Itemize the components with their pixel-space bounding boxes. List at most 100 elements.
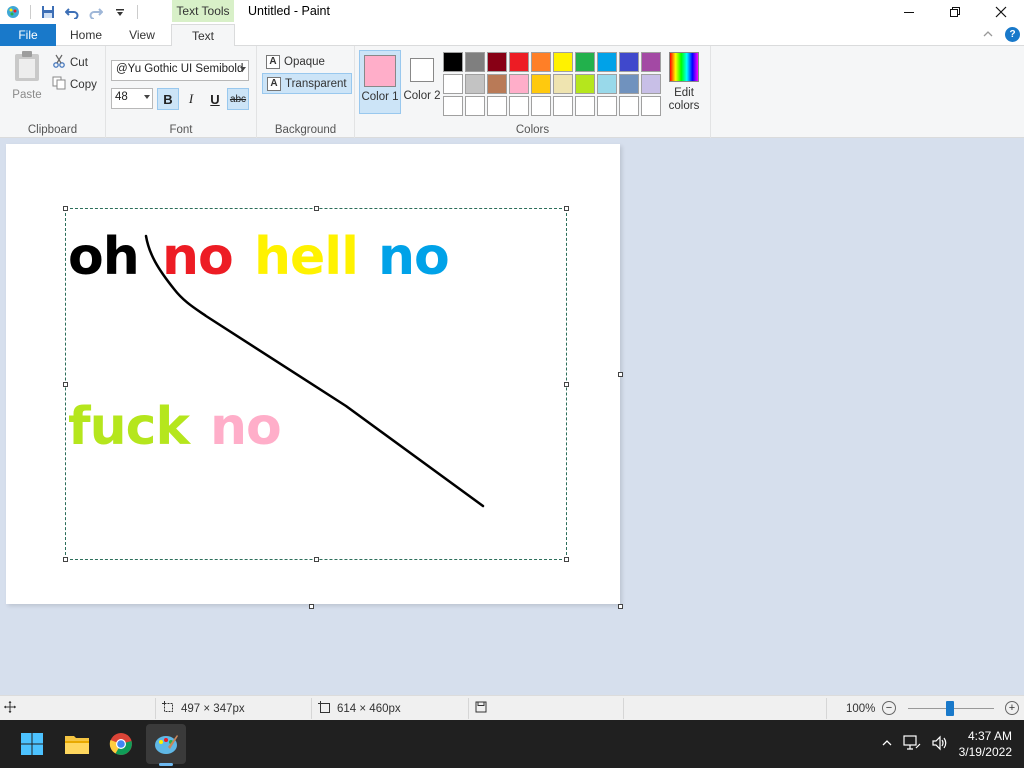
customize-qat-icon[interactable] [109,1,131,23]
palette-swatch[interactable] [619,96,639,116]
color2-button[interactable]: Color 2 [401,50,443,114]
text-box-selection[interactable]: oh no hell no fuck no [63,206,569,562]
resize-handle[interactable] [564,206,569,211]
resize-handle[interactable] [314,206,319,211]
resize-handle[interactable] [63,206,68,211]
edit-colors-button[interactable]: Edit colors [664,52,704,116]
clock[interactable]: 4:37 AM 3/19/2022 [959,728,1012,760]
palette-swatch[interactable] [509,96,529,116]
canvas-size-value: 614 × 460px [337,702,401,715]
active-app-indicator [159,763,173,766]
chevron-up-icon[interactable] [881,737,893,752]
canvas-resize-handle[interactable] [618,372,623,377]
transparent-option[interactable]: A Transparent [262,73,352,94]
palette-swatch[interactable] [619,52,639,72]
paint-app-icon[interactable] [2,1,24,23]
font-size-select[interactable]: 48 [111,88,153,109]
palette-swatch[interactable] [465,74,485,94]
paste-label: Paste [12,89,42,101]
paint-icon[interactable] [150,728,182,760]
canvas-resize-handle[interactable] [309,604,314,609]
palette-swatch[interactable] [509,52,529,72]
copy-label: Copy [70,78,97,91]
cut-button[interactable]: Cut [52,54,88,71]
transparent-label: Transparent [285,77,347,90]
palette-swatch[interactable] [641,96,661,116]
save-icon[interactable] [37,1,59,23]
palette-swatch[interactable] [487,96,507,116]
tab-home[interactable]: Home [60,24,112,46]
italic-button[interactable]: I [180,88,202,110]
palette-swatch[interactable] [553,52,573,72]
palette-swatch[interactable] [509,74,529,94]
palette-swatch[interactable] [531,52,551,72]
minimize-button[interactable] [886,0,932,24]
resize-handle[interactable] [314,557,319,562]
zoom-out-button[interactable]: − [882,701,896,715]
start-icon[interactable] [16,728,48,760]
help-icon[interactable]: ? [1005,27,1020,42]
palette-swatch[interactable] [641,74,661,94]
resize-handle[interactable] [564,557,569,562]
palette-swatch[interactable] [531,74,551,94]
zoom-in-button[interactable]: + [1005,701,1019,715]
cursor-position [4,696,16,721]
resize-handle[interactable] [63,382,68,387]
palette-swatch[interactable] [597,52,617,72]
canvas-word: no [378,227,450,287]
volume-icon[interactable] [931,735,949,754]
color2-swatch [410,58,434,82]
tab-file[interactable]: File [0,24,56,46]
palette-swatch[interactable] [575,52,595,72]
palette-swatch[interactable] [641,52,661,72]
canvas-word: fuck [68,397,190,457]
palette-swatch[interactable] [487,52,507,72]
palette-swatch[interactable] [465,96,485,116]
palette-swatch[interactable] [465,52,485,72]
drawing-canvas[interactable]: oh no hell no fuck no [6,144,620,604]
status-bar: 497 × 347px 614 × 460px 100% − + [0,695,1024,720]
system-tray: 4:37 AM 3/19/2022 [881,720,1012,768]
chrome-icon[interactable] [105,728,137,760]
close-button[interactable] [978,0,1024,24]
canvas-resize-handle[interactable] [618,604,623,609]
palette-swatch[interactable] [597,96,617,116]
paste-icon [12,50,42,85]
tab-text[interactable]: Text [171,24,235,47]
underline-button[interactable]: U [204,88,226,110]
palette-swatch[interactable] [443,96,463,116]
network-icon[interactable] [903,734,921,754]
palette-swatch[interactable] [575,96,595,116]
file-explorer-icon[interactable] [61,728,93,760]
resize-handle[interactable] [63,557,68,562]
palette-swatch[interactable] [443,52,463,72]
tab-view[interactable]: View [116,24,168,46]
rainbow-icon [669,52,699,82]
palette-swatch[interactable] [597,74,617,94]
bold-button[interactable]: B [157,88,179,110]
palette-swatch[interactable] [443,74,463,94]
resize-handle[interactable] [564,382,569,387]
palette-swatch[interactable] [553,74,573,94]
restore-button[interactable] [932,0,978,24]
redo-icon[interactable] [85,1,107,23]
palette-swatch[interactable] [575,74,595,94]
strikethrough-button[interactable]: abc [227,88,249,110]
canvas-size-icon [318,700,331,717]
palette-swatch[interactable] [619,74,639,94]
undo-icon[interactable] [61,1,83,23]
collapse-ribbon-icon[interactable] [983,28,993,42]
copy-button[interactable]: Copy [52,76,97,93]
palette-swatch[interactable] [553,96,573,116]
color1-button[interactable]: Color 1 [359,50,401,114]
palette-swatch[interactable] [531,96,551,116]
canvas-workspace[interactable]: oh no hell no fuck no [0,138,1024,695]
font-family-select[interactable]: @Yu Gothic UI Semibold [111,60,249,81]
zoom-slider-thumb[interactable] [946,701,954,716]
palette-swatch[interactable] [487,74,507,94]
opaque-option[interactable]: A Opaque [262,51,329,72]
color1-swatch [364,55,396,87]
opaque-icon: A [266,54,280,69]
copy-icon [52,76,66,93]
paste-button[interactable]: Paste [8,50,46,110]
